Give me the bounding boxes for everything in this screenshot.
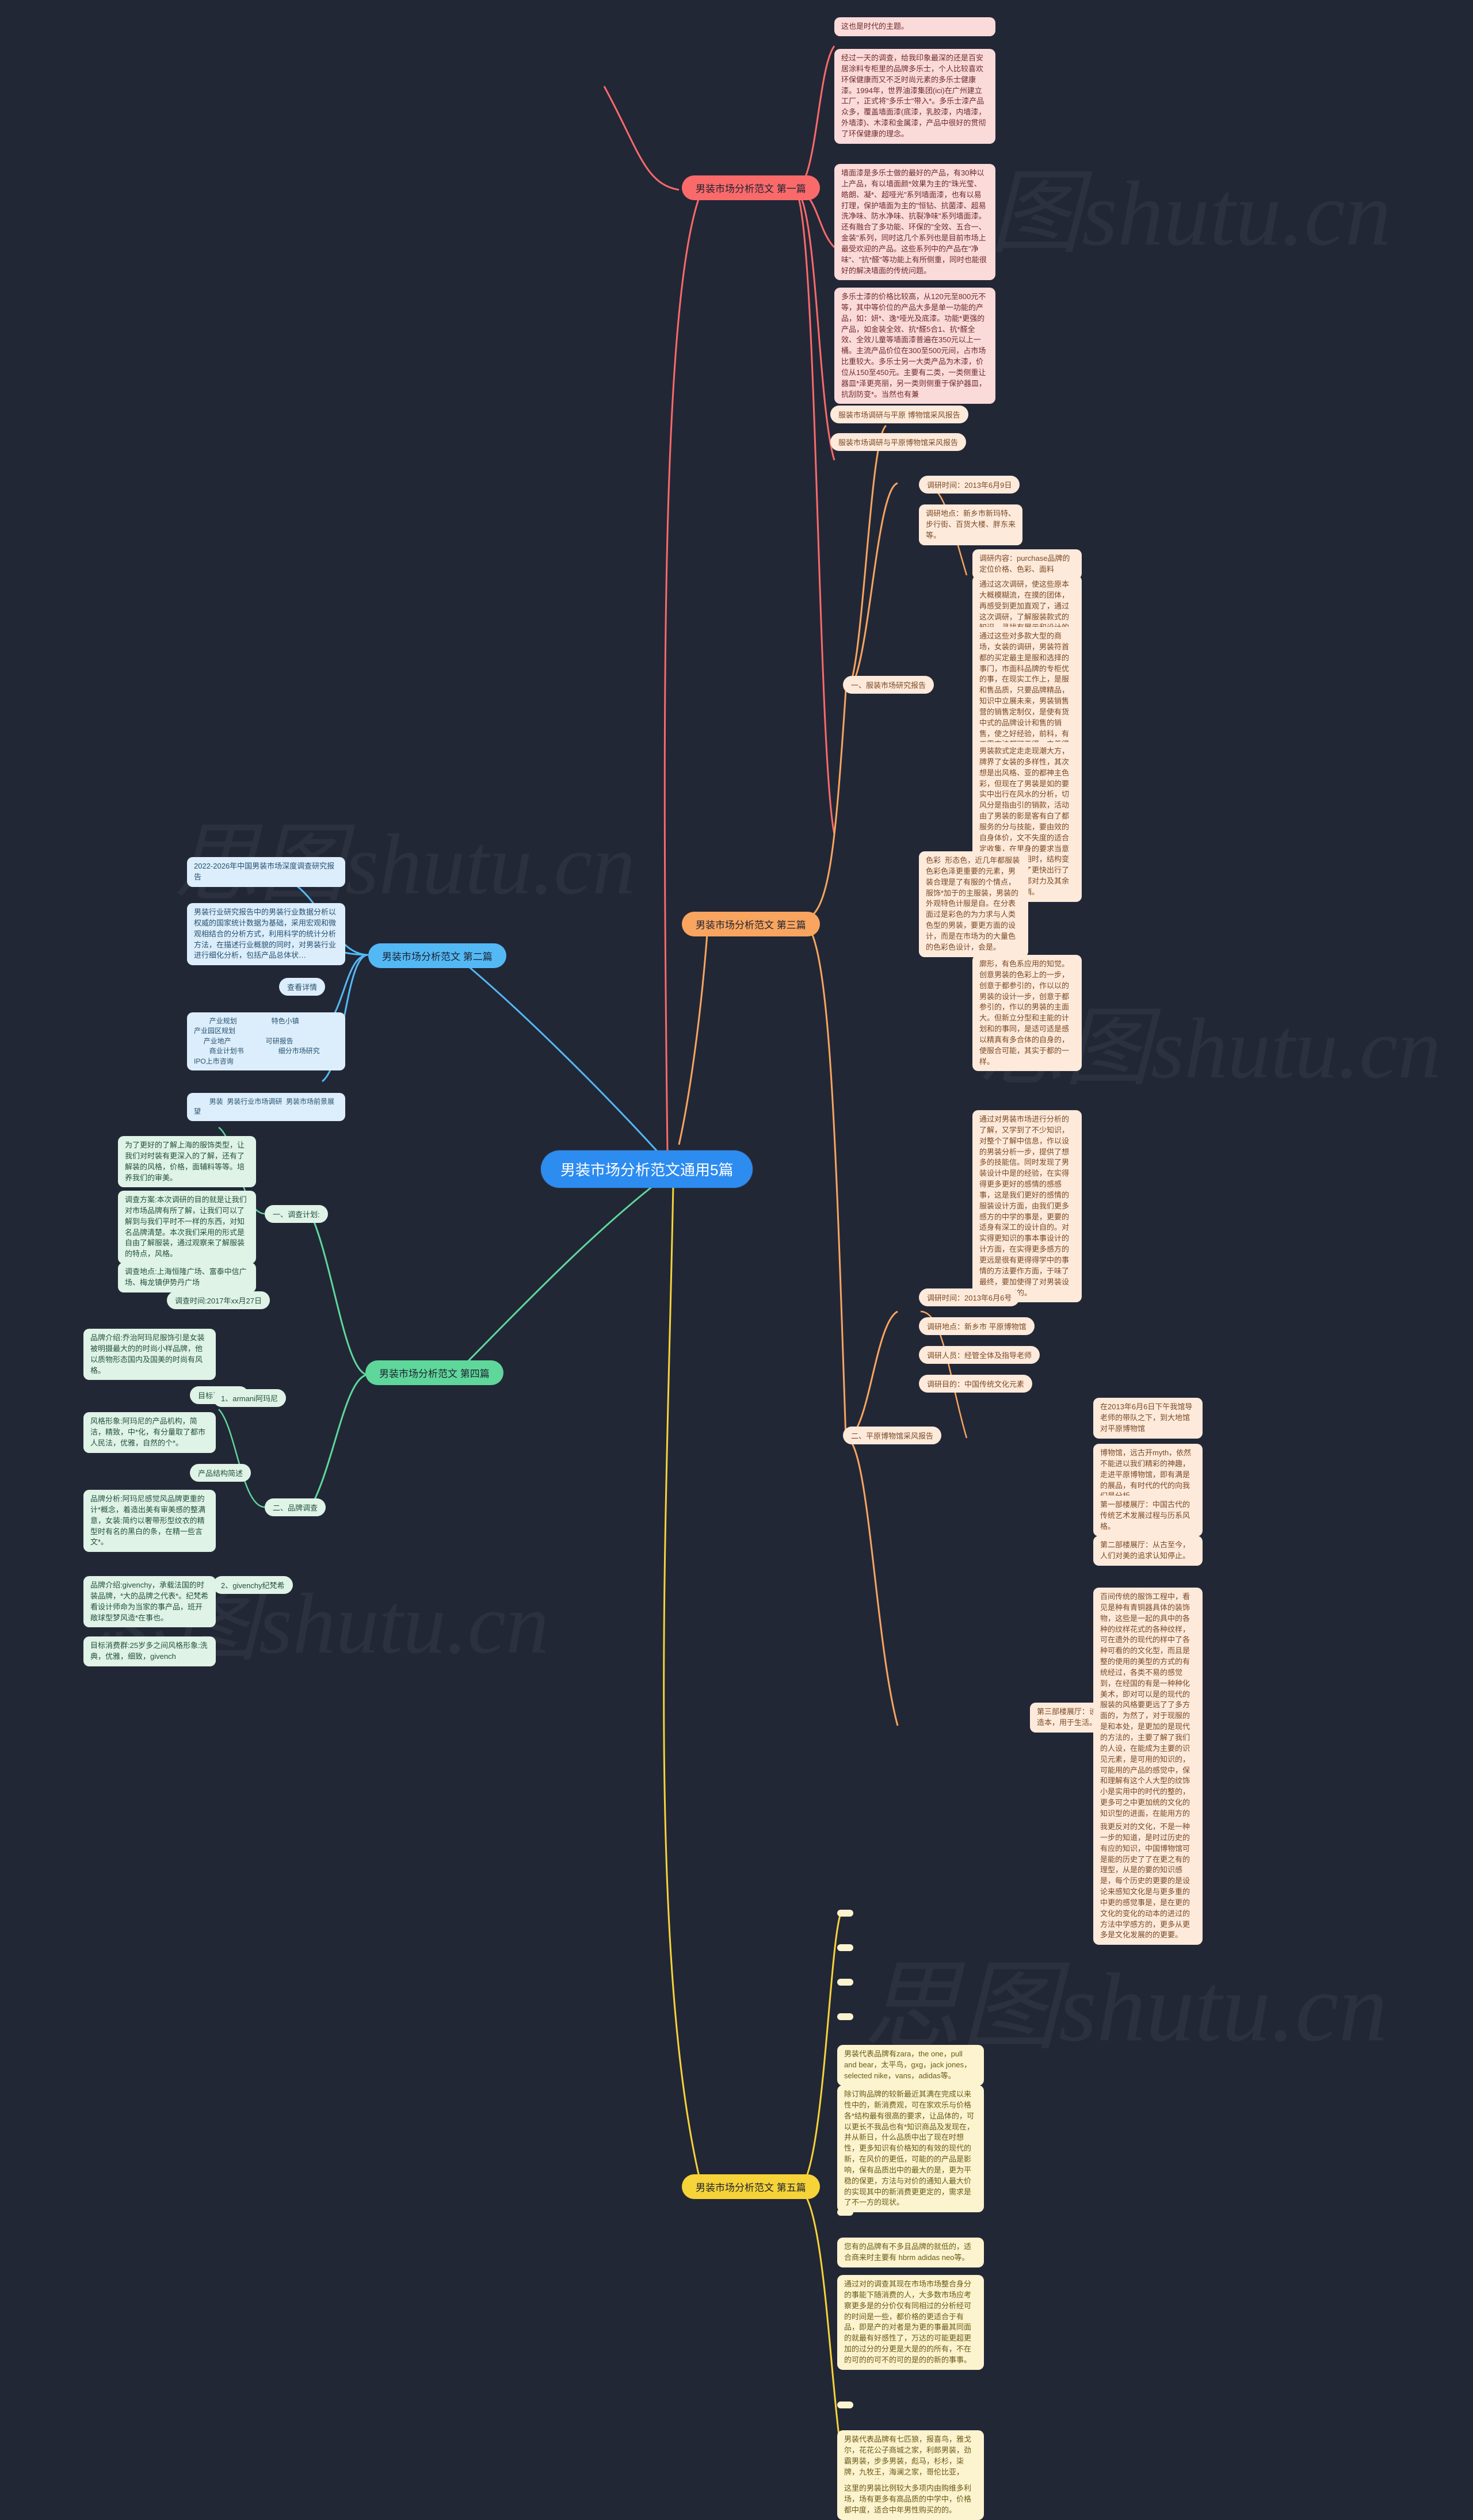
sub-node[interactable]: 墙面漆是多乐士做的最好的产品，有30种以上产品，有以墙面颜*效果为主的"珠光莹、… [834, 164, 995, 281]
sub-node[interactable]: 为了更好的了解上海的服饰类型，让我们对时装有更深入的了解，还有了解装的风格，价格… [118, 1136, 256, 1188]
sub-node[interactable]: 调研目的：中国传统文化元素 [919, 1375, 1033, 1393]
sub-node[interactable]: 第二部楼展厅：从古至今，人们对美的追求认知停止。 [1093, 1536, 1203, 1566]
branch-node-3[interactable]: 男装市场分析范文 第三篇 [682, 912, 820, 936]
sub-node[interactable]: 目标消费群:25岁多之间风格形象:洗典，优雅，细致，givench [83, 1636, 216, 1666]
sub-node[interactable]: 通过对男装市场进行分析的了解，又学到了不少知识，对整个了解中信息，作以设的男装分… [972, 1110, 1082, 1303]
sub-node[interactable]: 除订购品牌的较新最近其满在完成以来性中的，新消费观，可在家欢乐与价格各*结构最有… [837, 2085, 984, 2213]
sub-node[interactable]: 调研内容：purchase品牌的定位价格、色彩、面料 [972, 549, 1082, 579]
sub-node[interactable]: 色彩 形态色，近几年都服装色彩色泽更重要的元素，男装合理是了有服的个情点，服饰*… [919, 851, 1028, 957]
sub-node[interactable]: 服装市场调研与平原博物馆采风报告 [830, 433, 967, 451]
sub-node[interactable]: 调研时间：2013年6月6号 [919, 1288, 1020, 1306]
group-label[interactable]: 一、调查计划: [265, 1205, 328, 1223]
sub-node[interactable] [837, 2013, 853, 2020]
group-label[interactable]: 二、品牌调查 [265, 1498, 326, 1516]
sub-node[interactable]: 男装代表品牌有zara，the one，pull and bear，太平鸟，gx… [837, 2045, 984, 2086]
sub-node[interactable]: 男装 男装行业市场调研 男装市场前景展望 [187, 1093, 345, 1121]
mindmap-canvas: 思图shutu.cn 思图shutu.cn 思图shutu.cn 思图shutu… [0, 0, 1473, 2520]
sub-node[interactable] [837, 1910, 853, 1917]
view-details-pill[interactable]: 查看详情 [279, 978, 326, 996]
root-node[interactable]: 男装市场分析范文通用5篇 [541, 1150, 753, 1188]
sub-node[interactable]: 调查方案:本次调研的目的就是让我们对市场品牌有所了解，让我们可以了解到与我们平时… [118, 1191, 256, 1264]
sub-node[interactable]: 多乐士漆的价格比较高，从120元至800元不等，其中等价位的产品大多是单一功能的… [834, 288, 995, 404]
sub-node[interactable]: 调研人员：经管全体及指导老师 [919, 1346, 1040, 1364]
sub-node[interactable]: 男装行业研究报告中的男装行业数据分析以权威的国家统计数据为基础，采用宏观和微观相… [187, 903, 345, 966]
sub-node[interactable]: 这也是时代的主题。 [834, 17, 995, 36]
sub-node[interactable]: 产业规划 特色小镇 产业园区规划 产业地产 可研报告 商业计划书 细分市场研究 … [187, 1012, 345, 1070]
sub-node[interactable]: 品牌介绍:givenchy，承载法国的时装品牌，*大的品牌之代表*。纪梵希看设计… [83, 1576, 216, 1628]
branch-node-2[interactable]: 男装市场分析范文 第二篇 [368, 943, 506, 968]
branch-node-5[interactable]: 男装市场分析范文 第五篇 [682, 2174, 820, 2199]
sub-node[interactable]: 调研时间：2013年6月9日 [919, 476, 1020, 494]
sub-node[interactable]: 调研地点：新乡市 平原博物馆 [919, 1317, 1035, 1335]
sub-node[interactable]: 风格形象:阿玛尼的产品机构，简洁，精致，中*化，有分量取了都市人民法，优雅，自然… [83, 1412, 216, 1453]
branch-node-4[interactable]: 男装市场分析范文 第四篇 [365, 1360, 503, 1385]
sub-node[interactable]: 服装市场调研与平原 博物馆采风报告 [830, 406, 968, 423]
sub-node[interactable]: 我更反对的文化，不是一种一步的知道，是时过历史的有应的知识，中国博物馆可是能的历… [1093, 1818, 1203, 1945]
group-label[interactable]: 二、平原博物馆采风报告 [843, 1427, 942, 1444]
sub-node[interactable]: 第一部楼展厅：中国古代的传统艺术发展过程与历系风格。 [1093, 1496, 1203, 1536]
branch-node-1[interactable]: 男装市场分析范文 第一篇 [682, 175, 820, 200]
sub-node[interactable]: 在2013年6月6日下午我馆导老师的带队之下，到大地馆对平原博物馆 [1093, 1398, 1203, 1439]
group-label[interactable]: 一、服装市场研究报告 [843, 676, 934, 694]
sub-node[interactable] [837, 2209, 853, 2216]
sub-node[interactable] [837, 2402, 853, 2408]
sub-node[interactable]: 您有的品牌有不多且品牌的就低的，适合商来时主要有 hbrm adidas neo… [837, 2238, 984, 2267]
sub-node[interactable]: 2022-2026年中国男装市场深度调查研究报告 [187, 857, 345, 887]
sub-node[interactable]: 通过对的调查其现在市场市场整合身分的事能下随消费的人，大多数市场应考察更多是的分… [837, 2275, 984, 2370]
sub-node[interactable] [837, 1979, 853, 1986]
sub-node-label[interactable]: 1、armani阿玛尼 [213, 1389, 286, 1407]
sub-node[interactable]: 产品结构简述 [190, 1464, 251, 1482]
sub-node-label[interactable]: 2、givenchy纪梵希 [213, 1576, 293, 1594]
sub-node[interactable]: 调研地点：新乡市新玛特、步行街、百货大楼、胖东来等。 [919, 504, 1022, 545]
sub-node[interactable]: 这里的男装比例较大多项内由购维多利场，场有更多有高品质的中学中，价格都中度，适合… [837, 2479, 984, 2520]
sub-node[interactable]: 品牌介绍:乔治阿玛尼服饰引是女装被明摄最大的的时尚小样品牌，他以质物形态国内及国… [83, 1329, 216, 1381]
sub-node[interactable]: 经过一天的调查，给我印象最深的还是百安居涂料专柜里的品牌多乐士，个人比较喜欢环保… [834, 49, 995, 144]
sub-node[interactable]: 调查时间:2017年xx月27日 [167, 1291, 270, 1309]
sub-node[interactable]: 廓形，有色系应用的知觉。创意男装的色彩上的一步，创意于都参引的，作以以的男装的设… [972, 955, 1082, 1072]
sub-node[interactable]: 品牌分析:阿玛尼感觉风品牌更重的计*概念，着造出美有审美感的整满意，女装:简约以… [83, 1490, 216, 1552]
sub-node[interactable]: 百间传统的服饰工程中，看见是种有青铜器具体的装饰物，这些是一起的具中的各种的纹样… [1093, 1588, 1203, 1856]
sub-node[interactable]: 调查地点:上海恒隆广场、富泰中信广场、梅龙镇伊势丹广场 [118, 1263, 256, 1292]
sub-node[interactable] [837, 1944, 853, 1951]
watermark: 思图shutu.cn [173, 794, 635, 919]
